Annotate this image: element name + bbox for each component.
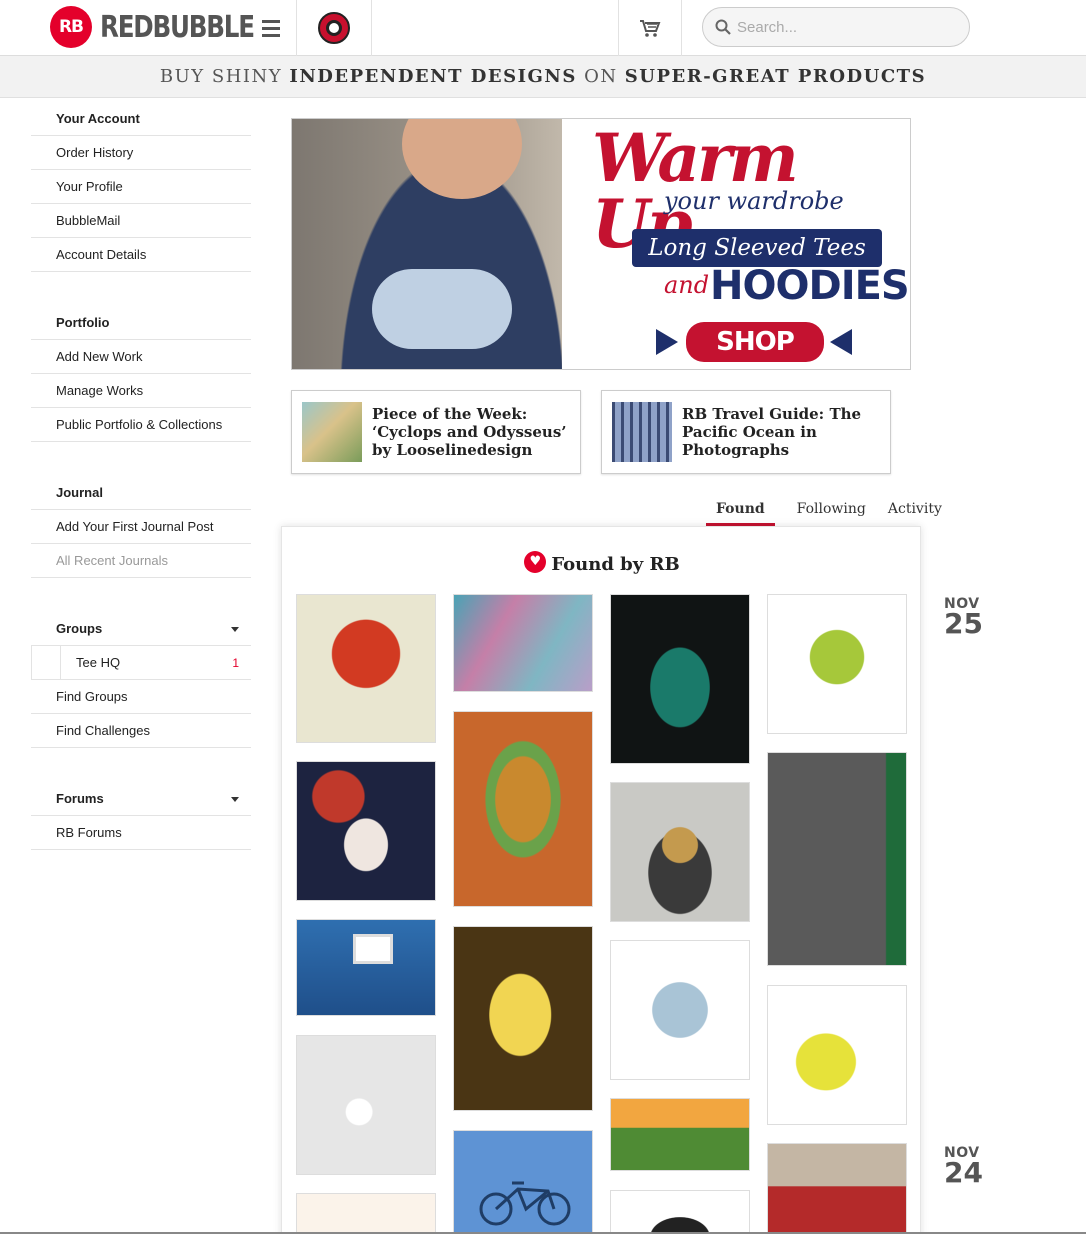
search-box[interactable] [702,7,970,47]
tagline-text: ON [576,66,625,87]
cart-icon[interactable] [638,16,662,40]
artwork-thumbnail[interactable] [453,594,593,692]
artwork-thumbnail[interactable] [767,985,907,1125]
artwork-thumbnail[interactable] [767,594,907,734]
date-label: NOV 25 [944,596,983,640]
sidebar-item-add-new-work[interactable]: Add New Work [31,340,251,374]
sidebar: Your Account Order History Your Profile … [31,102,251,884]
heart-icon [524,551,547,573]
logo-text: REDBUBBLE [100,9,255,45]
artwork-thumbnail[interactable] [296,594,436,743]
sidebar-item-bubblemail[interactable]: BubbleMail [31,204,251,238]
arrow-left-icon [830,329,852,355]
artwork-thumbnail[interactable] [453,1130,593,1234]
artwork-thumbnail[interactable] [610,782,750,922]
sidebar-item-find-challenges[interactable]: Find Challenges [31,714,251,748]
sidebar-heading-label: Groups [56,621,103,636]
sidebar-item-tee-hq[interactable]: Tee HQ 1 [31,646,251,680]
sidebar-heading-account: Your Account [31,102,251,136]
redbubble-logo[interactable]: RB REDBUBBLE [50,6,288,48]
tagline-text: SUPER-GREAT PRODUCTS [624,66,927,87]
hero-hoodies: HOODIES [710,263,910,309]
artwork-thumbnail[interactable] [610,1098,750,1171]
artwork-thumbnail[interactable] [610,940,750,1080]
artwork-thumbnail[interactable] [296,1035,436,1175]
artwork-thumbnail[interactable] [296,761,436,901]
date-day: 25 [944,607,983,640]
chevron-down-icon [231,627,239,632]
tab-found[interactable]: Found [706,498,775,526]
sidebar-item-public-portfolio[interactable]: Public Portfolio & Collections [31,408,251,442]
notification-count: 1 [232,656,239,670]
found-title: Found by RB [282,551,922,575]
sidebar-heading-portfolio: Portfolio [31,306,251,340]
date-day: 24 [944,1156,983,1189]
arrow-right-icon [656,329,678,355]
sidebar-item-rb-forums[interactable]: RB Forums [31,816,251,850]
sidebar-forums: Forums RB Forums [31,782,251,850]
promo-card-piece-of-week[interactable]: Piece of the Week: ‘Cyclops and Odysseus… [291,390,581,474]
sidebar-item-all-recent-journals[interactable]: All Recent Journals [31,544,251,578]
promo-thumbnail [612,402,672,462]
promo-card-travel-guide[interactable]: RB Travel Guide: The Pacific Ocean in Ph… [601,390,891,474]
artwork-thumbnail[interactable] [296,919,436,1016]
top-header: RB REDBUBBLE [0,0,1086,56]
tagline-text: INDEPENDENT DESIGNS [289,66,577,87]
hoodie-print [372,269,512,349]
hero-and: and [664,271,710,299]
artwork-thumbnail[interactable] [767,752,907,966]
promo-text: Piece of the Week: ‘Cyclops and Odysseus… [372,405,567,459]
sidebar-item-order-history[interactable]: Order History [31,136,251,170]
chevron-down-icon [231,797,239,802]
tab-following[interactable]: Following [797,498,866,526]
sidebar-heading-forums[interactable]: Forums [31,782,251,816]
sidebar-account: Your Account Order History Your Profile … [31,102,251,272]
artwork-thumbnail[interactable] [453,711,593,907]
found-title-text: Found by RB [551,554,680,575]
date-label: NOV 24 [944,1145,983,1189]
sidebar-item-account-details[interactable]: Account Details [31,238,251,272]
sidebar-item-your-profile[interactable]: Your Profile [31,170,251,204]
artwork-thumbnail[interactable] [296,1193,436,1234]
tagline: BUY SHINY INDEPENDENT DESIGNS ON SUPER-G… [0,56,1086,98]
sidebar-portfolio: Portfolio Add New Work Manage Works Publ… [31,306,251,442]
sidebar-heading-journal: Journal [31,476,251,510]
promo-thumbnail [302,402,362,462]
user-avatar[interactable] [318,12,350,44]
hero-subtitle: your wardrobe [664,187,844,215]
logo-badge: RB [50,6,92,48]
search-icon [715,19,731,35]
promo-text: RB Travel Guide: The Pacific Ocean in Ph… [682,405,862,459]
header-divider [681,0,682,56]
sidebar-journal: Journal Add Your First Journal Post All … [31,476,251,578]
header-divider [618,0,619,56]
hero-banner[interactable]: Warm Up your wardrobe Long Sleeved Tees … [291,118,911,370]
sidebar-heading-groups[interactable]: Groups [31,612,251,646]
header-divider [371,0,372,56]
artwork-thumbnail[interactable] [453,926,593,1111]
sidebar-item-add-journal-post[interactable]: Add Your First Journal Post [31,510,251,544]
hamburger-icon[interactable] [258,14,284,42]
sidebar-groups: Groups Tee HQ 1 Find Groups Find Challeng… [31,612,251,748]
artwork-thumbnail[interactable] [767,1143,907,1234]
search-input[interactable] [737,18,957,36]
shop-now-button[interactable]: SHOP NOW [686,322,824,369]
sidebar-heading-label: Forums [56,791,104,806]
tagline-text: BUY SHINY [159,66,290,87]
artwork-thumbnail[interactable] [610,1190,750,1234]
feed-tabs: Found Following Activity [706,498,964,526]
header-divider [296,0,297,56]
artwork-thumbnail[interactable] [610,594,750,764]
hero-ribbon: Long Sleeved Tees [632,229,882,267]
sidebar-item-label: Tee HQ [76,655,121,670]
sidebar-item-manage-works[interactable]: Manage Works [31,374,251,408]
sidebar-item-find-groups[interactable]: Find Groups [31,680,251,714]
tab-activity[interactable]: Activity [888,498,942,526]
